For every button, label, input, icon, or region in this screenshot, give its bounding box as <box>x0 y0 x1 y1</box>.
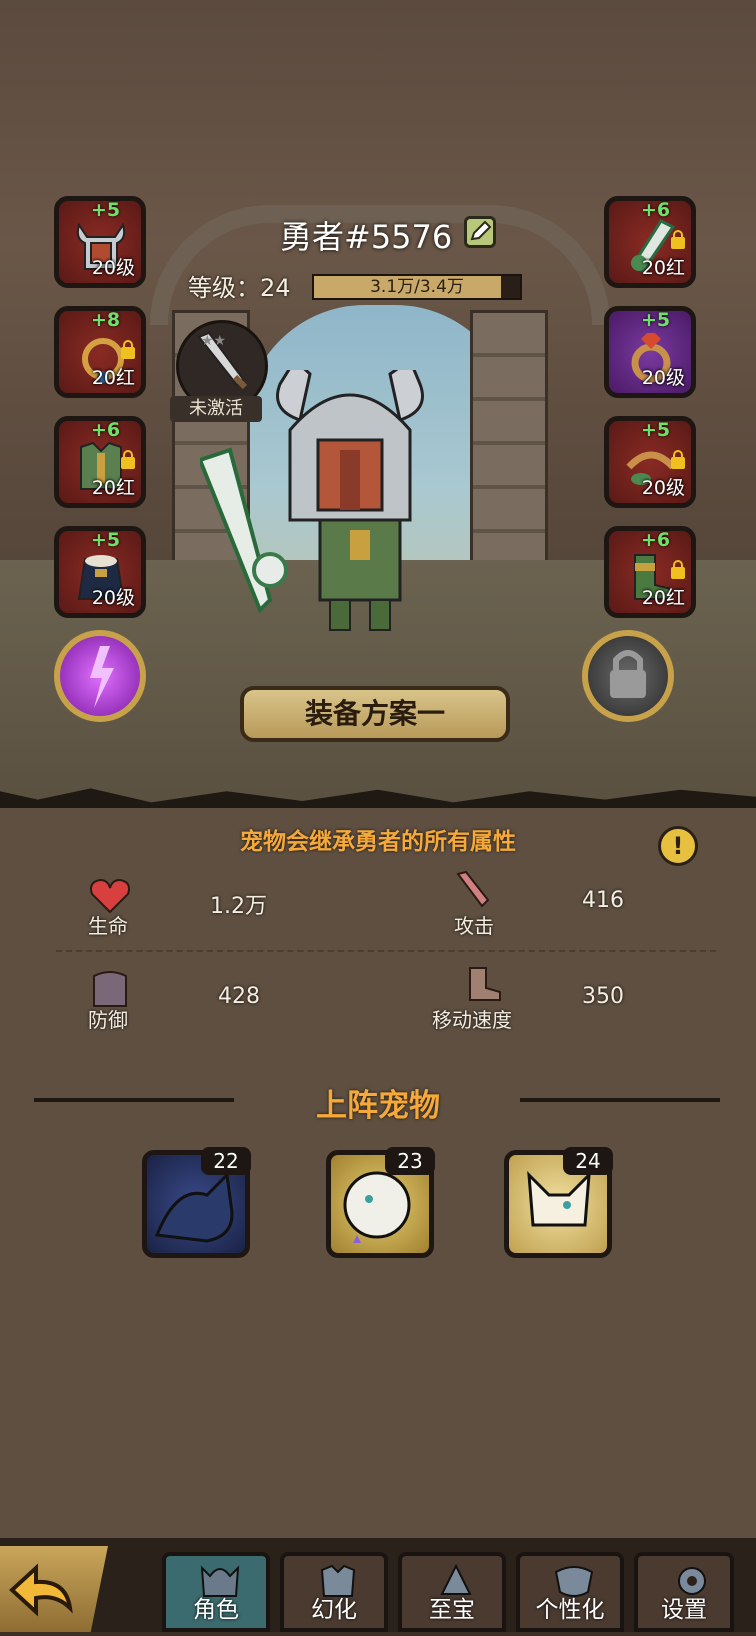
inherit-notice: 宠物会继承勇者的所有属性 <box>240 829 516 855</box>
enhance-level: +5 <box>641 419 671 441</box>
equip-slot-boots[interactable]: +6 20红 <box>604 526 696 618</box>
enhance-level: +6 <box>641 529 671 551</box>
lock-icon <box>121 340 135 359</box>
edit-name-button[interactable] <box>464 216 496 248</box>
active-pets-title: 上阵宠物 <box>316 1088 440 1124</box>
stat-def-value: 428 <box>218 984 260 1009</box>
back-button[interactable] <box>0 1546 108 1632</box>
stat-hp-label: 生命 <box>88 914 128 938</box>
lock-icon <box>671 230 685 249</box>
stat-hp-value: 1.2万 <box>210 894 267 919</box>
locked-orb[interactable] <box>582 630 674 722</box>
level-value: 24 <box>260 274 291 302</box>
equip-slot-ring[interactable]: +5 20级 <box>604 306 696 398</box>
stat-atk-value: 416 <box>582 888 624 913</box>
skill-orb[interactable] <box>54 630 146 722</box>
equipment-scheme-button[interactable]: 装备方案一 <box>240 686 510 742</box>
equip-level: 20红 <box>91 367 135 389</box>
equip-slot-helmet[interactable]: +5 20级 <box>54 196 146 288</box>
equip-slot-belt[interactable]: +5 20级 <box>604 416 696 508</box>
equip-level: 20级 <box>641 367 685 389</box>
pet-level: 23 <box>385 1147 435 1175</box>
equip-slot-weapon[interactable]: +6 20红 <box>604 196 696 288</box>
svg-text:★★: ★★ <box>201 333 226 349</box>
hero-character <box>200 370 424 631</box>
stat-atk-label: 攻击 <box>454 914 494 938</box>
pencil-icon <box>470 220 492 241</box>
tab-transmog[interactable]: 幻化 <box>280 1552 388 1632</box>
enhance-level: +5 <box>91 529 121 551</box>
tab-label: 至宝 <box>429 1597 475 1623</box>
lightning-icon <box>90 646 114 708</box>
tab-character[interactable]: 角色 <box>162 1552 270 1632</box>
pet-level: 24 <box>563 1147 613 1175</box>
stats-divider <box>56 950 716 952</box>
equip-level: 20级 <box>91 257 135 279</box>
lock-icon <box>121 450 135 469</box>
pet-level: 22 <box>201 1147 251 1175</box>
pet-slot-3[interactable]: 24 <box>504 1147 613 1258</box>
equip-level: 20级 <box>91 587 135 609</box>
enhance-level: +6 <box>641 199 671 221</box>
equip-level: 20红 <box>641 587 685 609</box>
boot-icon <box>469 967 501 1001</box>
tab-settings[interactable]: 设置 <box>634 1552 734 1632</box>
enhance-level: +5 <box>641 309 671 331</box>
equip-slot-amulet[interactable]: +8 20红 <box>54 306 146 398</box>
equip-slot-armor[interactable]: +6 20红 <box>54 416 146 508</box>
tab-personalize[interactable]: 个性化 <box>516 1552 624 1632</box>
level-label: 等级： <box>188 274 260 302</box>
pet-slot-1[interactable]: 22 <box>142 1147 251 1258</box>
equip-level: 20红 <box>91 477 135 499</box>
info-button[interactable]: ! <box>658 826 698 866</box>
stat-def-label: 防御 <box>88 1008 128 1032</box>
tab-label: 幻化 <box>311 1597 357 1623</box>
enhance-level: +8 <box>91 309 121 331</box>
stat-spd-label: 移动速度 <box>432 1008 512 1032</box>
lock-icon <box>671 450 685 469</box>
back-arrow-icon <box>9 1563 73 1617</box>
tab-label: 个性化 <box>535 1597 605 1623</box>
equip-level: 20级 <box>641 477 685 499</box>
pet-slot-2[interactable]: 23 <box>326 1147 435 1258</box>
stat-spd-value: 350 <box>582 984 624 1009</box>
sword-icon <box>456 870 490 908</box>
lock-icon <box>671 560 685 579</box>
equip-slot-cloak[interactable]: +5 20级 <box>54 526 146 618</box>
hero-name: 勇者#5576 <box>280 218 453 256</box>
lock-icon <box>610 650 646 698</box>
tab-treasure[interactable]: 至宝 <box>398 1552 506 1632</box>
tab-label: 角色 <box>193 1597 239 1623</box>
enhance-level: +6 <box>91 419 121 441</box>
tab-label: 设置 <box>661 1597 707 1623</box>
xp-bar: 3.1万/3.4万 <box>312 274 522 300</box>
level-display: 等级：24 <box>188 268 291 303</box>
xp-text: 3.1万/3.4万 <box>370 277 464 297</box>
equip-level: 20红 <box>641 257 685 279</box>
enhance-level: +5 <box>91 199 121 221</box>
